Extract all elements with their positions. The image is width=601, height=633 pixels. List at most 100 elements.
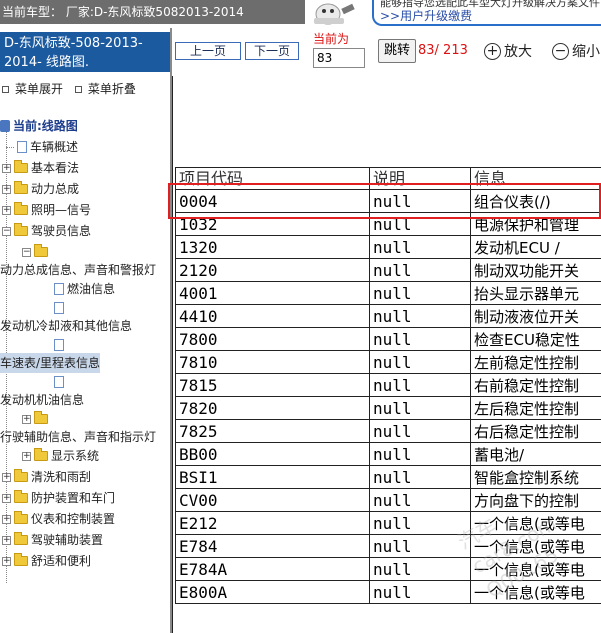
header-code: 项目代码 bbox=[175, 167, 370, 190]
folder-icon bbox=[14, 490, 28, 503]
tree-item-powertrain[interactable]: + 动力总成 bbox=[2, 179, 79, 199]
folder-open-icon bbox=[14, 223, 28, 236]
folder-icon bbox=[14, 511, 28, 524]
computer-icon bbox=[0, 120, 10, 132]
cell-description: null bbox=[369, 350, 471, 374]
tree-current: 当前:线路图 bbox=[0, 116, 78, 136]
expand-menu-button[interactable]: 菜单展开 bbox=[0, 80, 63, 97]
tree-subfolder-toggle[interactable]: + bbox=[22, 409, 51, 429]
menu-operations: 菜单展开 菜单折叠 bbox=[0, 80, 170, 97]
cell-code: 7815 bbox=[175, 373, 370, 397]
table-row: 2120 null 制动双功能开关 bbox=[175, 258, 601, 282]
tree-item-driving-assist-info[interactable]: 行驶辅助信息、声音和指示灯 bbox=[0, 427, 156, 447]
current-page-label: 当前为 bbox=[313, 32, 350, 46]
upgrade-link[interactable]: >>用户升级缴费 bbox=[380, 8, 601, 24]
cell-code: 0004 bbox=[175, 189, 370, 213]
document-panel: 上一页 下一页 当前为 跳转 83/ 213 + 放大 − 缩小 项目代码 说明… bbox=[172, 28, 601, 633]
page-icon bbox=[54, 283, 64, 295]
tree-item-page[interactable] bbox=[52, 335, 67, 355]
cell-code: 4001 bbox=[175, 281, 370, 305]
expand-icon[interactable]: + bbox=[2, 535, 11, 545]
component-table: 项目代码 说明 信息 0004 null 组合仪表(/) 1032 null 电源保护和管… bbox=[175, 167, 601, 604]
cell-code: 7810 bbox=[175, 350, 370, 374]
tree-item-lighting[interactable]: + 照明—信号 bbox=[2, 200, 91, 220]
upgrade-promo[interactable]: 能够指导您选配此车型大灯升级解决方案文件 >>用户升级缴费 bbox=[372, 0, 601, 26]
cell-description: null bbox=[369, 557, 471, 581]
tree-item-driver-info[interactable]: − 驾驶员信息 bbox=[2, 221, 91, 241]
top-banner: 当前车型： 厂家:D-东风标致5082013-2014 能够指导您选配此车型大灯… bbox=[0, 0, 601, 28]
jump-button[interactable]: 跳转 bbox=[378, 39, 416, 63]
cell-info: 方向盘下的控制 bbox=[470, 488, 601, 512]
prev-page-button[interactable]: 上一页 bbox=[175, 42, 241, 60]
expand-icon[interactable]: + bbox=[22, 451, 31, 461]
tree-item-instruments-controls[interactable]: + 仪表和控制装置 bbox=[2, 509, 115, 529]
cell-description: null bbox=[369, 488, 471, 512]
cell-code: E212 bbox=[175, 511, 370, 535]
tree-item-coolant-info[interactable]: 发动机冷却液和其他信息 bbox=[0, 316, 132, 336]
tree-item-page[interactable] bbox=[52, 298, 67, 318]
tree-item-page[interactable] bbox=[52, 372, 67, 392]
cell-info: 左后稳定性控制 bbox=[470, 396, 601, 420]
cell-code: 1032 bbox=[175, 212, 370, 236]
square-icon bbox=[74, 85, 82, 93]
tree-subfolder-toggle[interactable]: − bbox=[22, 242, 51, 262]
collapse-icon[interactable]: − bbox=[22, 247, 31, 257]
cell-description: null bbox=[369, 534, 471, 558]
header-description: 说明 bbox=[369, 167, 471, 190]
tree-item-display-system[interactable]: + 显示系统 bbox=[22, 446, 99, 466]
cell-description: null bbox=[369, 212, 471, 236]
table-row: 0004 null 组合仪表(/) bbox=[175, 189, 601, 213]
tree-item-wash-wipe[interactable]: + 清洗和雨刮 bbox=[2, 467, 91, 487]
cell-description: null bbox=[369, 373, 471, 397]
collapse-icon[interactable]: − bbox=[2, 226, 11, 236]
table-row: E800A null 一个信息(或等电 bbox=[175, 580, 601, 604]
zoom-in-button[interactable]: + 放大 bbox=[484, 41, 532, 61]
cell-description: null bbox=[369, 327, 471, 351]
folder-icon bbox=[14, 532, 28, 545]
expand-icon[interactable]: + bbox=[2, 205, 11, 215]
page-icon bbox=[54, 376, 64, 388]
cell-description: null bbox=[369, 511, 471, 535]
expand-icon[interactable]: + bbox=[2, 163, 11, 173]
tree-item-protection-doors[interactable]: + 防护装置和车门 bbox=[2, 488, 115, 508]
table-row: E784 null 一个信息(或等电 bbox=[175, 534, 601, 558]
page-icon bbox=[54, 339, 64, 351]
expand-icon[interactable]: + bbox=[2, 472, 11, 482]
tree-item-speedometer-info[interactable]: 车速表/里程表信息 bbox=[0, 353, 101, 373]
cell-code: 7820 bbox=[175, 396, 370, 420]
expand-icon[interactable]: + bbox=[2, 493, 11, 503]
folder-icon bbox=[14, 160, 28, 173]
table-header-row: 项目代码 说明 信息 bbox=[175, 167, 601, 190]
expand-icon[interactable]: + bbox=[2, 514, 11, 524]
cell-info: 制动双功能开关 bbox=[470, 258, 601, 282]
cell-code: E784 bbox=[175, 534, 370, 558]
cell-description: null bbox=[369, 396, 471, 420]
folder-open-icon bbox=[34, 244, 48, 257]
folder-icon bbox=[34, 411, 48, 424]
tree-item-oil-info[interactable]: 发动机机油信息 bbox=[0, 390, 84, 410]
folder-icon bbox=[14, 181, 28, 194]
tree-item-fuel-info[interactable]: 燃油信息 bbox=[52, 279, 115, 299]
page-number-input[interactable] bbox=[313, 48, 365, 68]
collapse-menu-button[interactable]: 菜单折叠 bbox=[73, 80, 136, 97]
page-count: 83/ 213 bbox=[418, 43, 468, 58]
cell-code: BSI1 bbox=[175, 465, 370, 489]
document-border bbox=[172, 76, 173, 633]
cell-info: 左前稳定性控制 bbox=[470, 350, 601, 374]
cell-description: null bbox=[369, 281, 471, 305]
zoom-out-button[interactable]: − 缩小 bbox=[552, 41, 600, 61]
expand-icon[interactable]: + bbox=[2, 184, 11, 194]
next-page-button[interactable]: 下一页 bbox=[245, 42, 299, 60]
tree-item-vehicle-overview[interactable]: 车辆概述 bbox=[6, 137, 78, 157]
expand-icon[interactable]: + bbox=[22, 414, 31, 424]
tree-item-basic[interactable]: + 基本看法 bbox=[2, 158, 79, 178]
cell-info: 一个信息(或等电 bbox=[470, 580, 601, 604]
expand-icon[interactable]: + bbox=[2, 556, 11, 566]
table-body: 0004 null 组合仪表(/) 1032 null 电源保护和管理 1320 null 发动… bbox=[175, 189, 601, 604]
cell-info: 智能盒控制系统 bbox=[470, 465, 601, 489]
tree-item-powertrain-info[interactable]: 动力总成信息、声音和警报灯 bbox=[0, 260, 156, 280]
header-info: 信息 bbox=[470, 167, 601, 190]
cell-info: 检查ECU稳定性 bbox=[470, 327, 601, 351]
tree-item-comfort[interactable]: + 舒适和便利 bbox=[2, 551, 91, 571]
tree-item-driving-assist[interactable]: + 驾驶辅助装置 bbox=[2, 530, 103, 550]
